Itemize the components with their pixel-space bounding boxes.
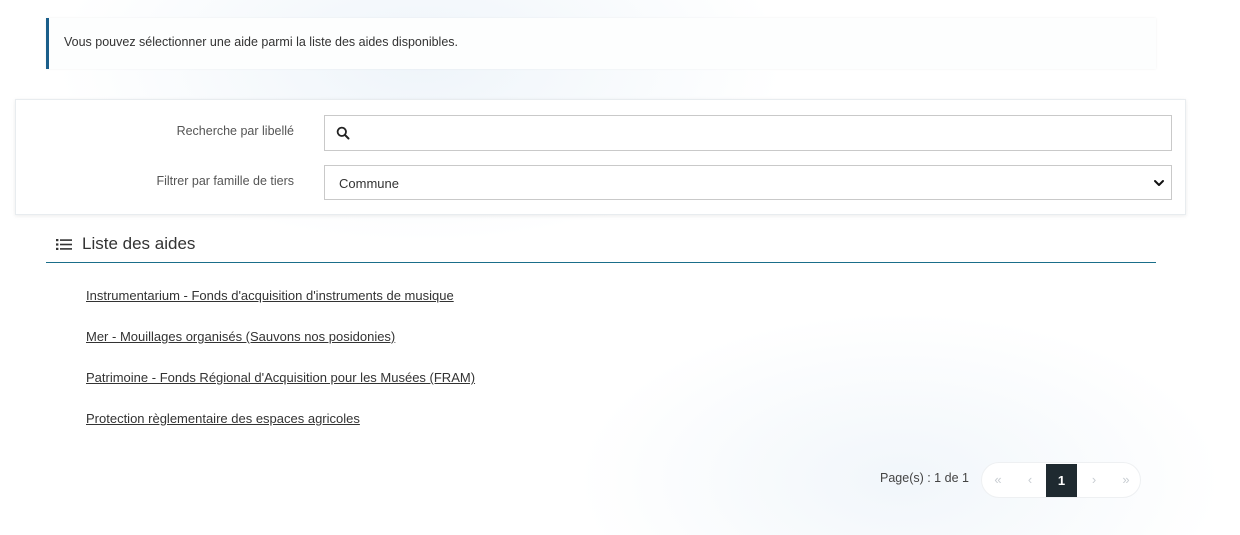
search-field[interactable] bbox=[324, 115, 1172, 151]
family-select-value: Commune bbox=[339, 176, 399, 191]
aide-link-mer[interactable]: Mer - Mouillages organisés (Sauvons nos … bbox=[86, 329, 395, 344]
info-message: Vous pouvez sélectionner une aide parmi … bbox=[64, 35, 458, 49]
current-page-button[interactable]: 1 bbox=[1046, 464, 1077, 497]
previous-page-button[interactable]: ‹ bbox=[1014, 463, 1046, 497]
family-filter-label: Filtrer par famille de tiers bbox=[156, 174, 294, 188]
chevron-down-icon bbox=[1154, 180, 1164, 186]
pagination: « ‹ 1 › » bbox=[981, 462, 1141, 498]
aide-link-instrumentarium[interactable]: Instrumentarium - Fonds d'acquisition d'… bbox=[86, 288, 454, 303]
last-page-button[interactable]: » bbox=[1110, 463, 1142, 497]
aide-link-patrimoine[interactable]: Patrimoine - Fonds Régional d'Acquisitio… bbox=[86, 370, 475, 385]
info-callout: Vous pouvez sélectionner une aide parmi … bbox=[46, 18, 1156, 69]
search-label: Recherche par libellé bbox=[176, 124, 294, 138]
next-page-button[interactable]: › bbox=[1078, 463, 1110, 497]
aide-link-protection[interactable]: Protection règlementaire des espaces agr… bbox=[86, 411, 360, 426]
list-header: Liste des aides bbox=[46, 230, 1156, 263]
search-icon bbox=[336, 126, 350, 140]
pagination-summary: Page(s) : 1 de 1 bbox=[880, 471, 969, 485]
filter-panel: Recherche par libellé Filtrer par famill… bbox=[15, 99, 1186, 215]
list-title: Liste des aides bbox=[82, 234, 196, 253]
first-page-button[interactable]: « bbox=[982, 463, 1014, 497]
family-select[interactable]: Commune bbox=[324, 165, 1172, 200]
search-input[interactable] bbox=[357, 116, 1157, 150]
background bbox=[0, 0, 1240, 535]
list-icon bbox=[56, 239, 72, 250]
